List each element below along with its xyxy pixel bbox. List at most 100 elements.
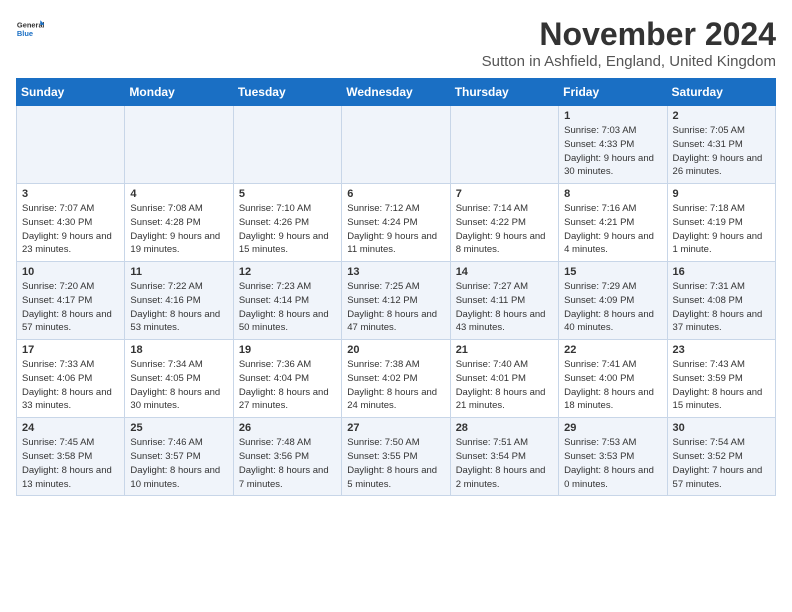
day-number: 18: [130, 344, 227, 356]
calendar-week-row: 3 Sunrise: 7:07 AMSunset: 4:30 PMDaylight…: [17, 184, 776, 262]
day-number: 11: [130, 266, 227, 278]
day-number: 27: [347, 422, 444, 434]
calendar-cell: 11 Sunrise: 7:22 AMSunset: 4:16 PMDayligh…: [125, 262, 233, 340]
day-info: Sunrise: 7:54 AMSunset: 3:52 PMDaylight:…: [673, 437, 763, 489]
day-number: 26: [239, 422, 336, 434]
calendar-cell: [233, 106, 341, 184]
calendar-table: SundayMondayTuesdayWednesdayThursdayFrid…: [16, 78, 776, 496]
day-info: Sunrise: 7:10 AMSunset: 4:26 PMDaylight:…: [239, 203, 329, 255]
day-info: Sunrise: 7:53 AMSunset: 3:53 PMDaylight:…: [564, 437, 654, 489]
calendar-cell: 12Sunrise: 7:23 AMSunset: 4:14 PMDayligh…: [233, 262, 341, 340]
weekday-header: Tuesday: [233, 79, 341, 106]
calendar-cell: 4Sunrise: 7:08 AMSunset: 4:28 PMDaylight…: [125, 184, 233, 262]
weekday-header: Saturday: [667, 79, 775, 106]
day-info: Sunrise: 7:18 AMSunset: 4:19 PMDaylight:…: [673, 203, 763, 255]
day-info: Sunrise: 7:20 AMSunset: 4:17 PMDaylight:…: [22, 281, 112, 333]
calendar-cell: 6 Sunrise: 7:12 AMSunset: 4:24 PMDaylight…: [342, 184, 450, 262]
calendar-cell: 15 Sunrise: 7:29 AMSunset: 4:09 PMDayligh…: [559, 262, 667, 340]
weekday-header: Sunday: [17, 79, 125, 106]
subtitle: Sutton in Ashfield, England, United King…: [482, 53, 776, 70]
weekday-header: Monday: [125, 79, 233, 106]
day-number: 25: [130, 422, 227, 434]
calendar-cell: 25Sunrise: 7:46 AMSunset: 3:57 PMDayligh…: [125, 418, 233, 496]
logo-svg: General Blue: [16, 16, 44, 44]
day-number: 20: [347, 344, 444, 356]
day-info: Sunrise: 7:43 AMSunset: 3:59 PMDaylight:…: [673, 359, 763, 411]
calendar-week-row: 24Sunrise: 7:45 AMSunset: 3:58 PMDayligh…: [17, 418, 776, 496]
month-title: November 2024: [482, 16, 776, 53]
day-info: Sunrise: 7:34 AMSunset: 4:05 PMDaylight:…: [130, 359, 220, 411]
day-number: 21: [456, 344, 553, 356]
day-info: Sunrise: 7:12 AMSunset: 4:24 PMDaylight:…: [347, 203, 437, 255]
day-number: 19: [239, 344, 336, 356]
logo: General Blue: [16, 16, 44, 44]
calendar-cell: 23 Sunrise: 7:43 AMSunset: 3:59 PMDayligh…: [667, 340, 775, 418]
day-info: Sunrise: 7:48 AMSunset: 3:56 PMDaylight:…: [239, 437, 329, 489]
calendar-cell: 22 Sunrise: 7:41 AMSunset: 4:00 PMDayligh…: [559, 340, 667, 418]
day-info: Sunrise: 7:08 AMSunset: 4:28 PMDaylight:…: [130, 203, 220, 255]
calendar-cell: 13 Sunrise: 7:25 AMSunset: 4:12 PMDayligh…: [342, 262, 450, 340]
header: General Blue November 2024 Sutton in Ash…: [16, 16, 776, 70]
day-number: 9: [673, 188, 770, 200]
calendar-cell: 21Sunrise: 7:40 AMSunset: 4:01 PMDayligh…: [450, 340, 558, 418]
day-number: 5: [239, 188, 336, 200]
calendar-cell: 5 Sunrise: 7:10 AMSunset: 4:26 PMDaylight…: [233, 184, 341, 262]
day-number: 15: [564, 266, 661, 278]
day-info: Sunrise: 7:23 AMSunset: 4:14 PMDaylight:…: [239, 281, 329, 333]
day-number: 16: [673, 266, 770, 278]
calendar-cell: [125, 106, 233, 184]
day-number: 22: [564, 344, 661, 356]
day-info: Sunrise: 7:14 AMSunset: 4:22 PMDaylight:…: [456, 203, 546, 255]
day-info: Sunrise: 7:03 AMSunset: 4:33 PMDaylight:…: [564, 125, 654, 177]
day-info: Sunrise: 7:25 AMSunset: 4:12 PMDaylight:…: [347, 281, 437, 333]
weekday-header: Wednesday: [342, 79, 450, 106]
day-number: 6: [347, 188, 444, 200]
day-info: Sunrise: 7:16 AMSunset: 4:21 PMDaylight:…: [564, 203, 654, 255]
day-info: Sunrise: 7:05 AMSunset: 4:31 PMDaylight:…: [673, 125, 763, 177]
calendar-cell: 24Sunrise: 7:45 AMSunset: 3:58 PMDayligh…: [17, 418, 125, 496]
calendar-cell: 26 Sunrise: 7:48 AMSunset: 3:56 PMDayligh…: [233, 418, 341, 496]
calendar-cell: 8 Sunrise: 7:16 AMSunset: 4:21 PMDaylight…: [559, 184, 667, 262]
calendar-cell: 1 Sunrise: 7:03 AMSunset: 4:33 PMDaylight…: [559, 106, 667, 184]
calendar-cell: 27 Sunrise: 7:50 AMSunset: 3:55 PMDayligh…: [342, 418, 450, 496]
day-number: 30: [673, 422, 770, 434]
day-number: 28: [456, 422, 553, 434]
calendar-cell: 18 Sunrise: 7:34 AMSunset: 4:05 PMDayligh…: [125, 340, 233, 418]
day-info: Sunrise: 7:38 AMSunset: 4:02 PMDaylight:…: [347, 359, 437, 411]
day-number: 23: [673, 344, 770, 356]
day-number: 10: [22, 266, 119, 278]
day-info: Sunrise: 7:51 AMSunset: 3:54 PMDaylight:…: [456, 437, 546, 489]
weekday-header-row: SundayMondayTuesdayWednesdayThursdayFrid…: [17, 79, 776, 106]
calendar-cell: 9 Sunrise: 7:18 AMSunset: 4:19 PMDaylight…: [667, 184, 775, 262]
day-info: Sunrise: 7:50 AMSunset: 3:55 PMDaylight:…: [347, 437, 437, 489]
day-number: 1: [564, 110, 661, 122]
day-info: Sunrise: 7:36 AMSunset: 4:04 PMDaylight:…: [239, 359, 329, 411]
svg-text:General: General: [17, 21, 44, 30]
weekday-header: Thursday: [450, 79, 558, 106]
day-info: Sunrise: 7:07 AMSunset: 4:30 PMDaylight:…: [22, 203, 112, 255]
day-number: 8: [564, 188, 661, 200]
day-number: 3: [22, 188, 119, 200]
day-number: 29: [564, 422, 661, 434]
calendar-cell: 17 Sunrise: 7:33 AMSunset: 4:06 PMDayligh…: [17, 340, 125, 418]
day-info: Sunrise: 7:41 AMSunset: 4:00 PMDaylight:…: [564, 359, 654, 411]
day-number: 24: [22, 422, 119, 434]
day-number: 2: [673, 110, 770, 122]
weekday-header: Friday: [559, 79, 667, 106]
calendar-cell: 16Sunrise: 7:31 AMSunset: 4:08 PMDayligh…: [667, 262, 775, 340]
calendar-week-row: 10 Sunrise: 7:20 AMSunset: 4:17 PMDayligh…: [17, 262, 776, 340]
day-number: 13: [347, 266, 444, 278]
calendar-week-row: 1 Sunrise: 7:03 AMSunset: 4:33 PMDaylight…: [17, 106, 776, 184]
day-info: Sunrise: 7:33 AMSunset: 4:06 PMDaylight:…: [22, 359, 112, 411]
calendar-cell: 28 Sunrise: 7:51 AMSunset: 3:54 PMDayligh…: [450, 418, 558, 496]
day-number: 7: [456, 188, 553, 200]
calendar-cell: 20 Sunrise: 7:38 AMSunset: 4:02 PMDayligh…: [342, 340, 450, 418]
calendar-cell: 10 Sunrise: 7:20 AMSunset: 4:17 PMDayligh…: [17, 262, 125, 340]
day-info: Sunrise: 7:29 AMSunset: 4:09 PMDaylight:…: [564, 281, 654, 333]
calendar-week-row: 17 Sunrise: 7:33 AMSunset: 4:06 PMDayligh…: [17, 340, 776, 418]
calendar-cell: [450, 106, 558, 184]
calendar-cell: 30 Sunrise: 7:54 AMSunset: 3:52 PMDayligh…: [667, 418, 775, 496]
day-info: Sunrise: 7:22 AMSunset: 4:16 PMDaylight:…: [130, 281, 220, 333]
calendar-cell: 7 Sunrise: 7:14 AMSunset: 4:22 PMDaylight…: [450, 184, 558, 262]
day-number: 17: [22, 344, 119, 356]
